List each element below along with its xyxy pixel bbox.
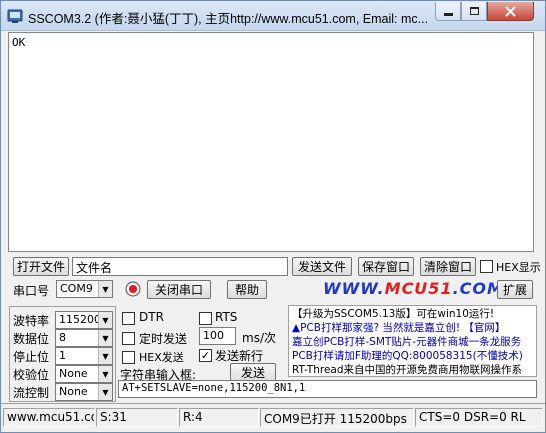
hex-send-checkbox[interactable] (122, 351, 135, 364)
status-bar: www.mcu51.cor S:31 R:4 COM9已打开 115200bps… (1, 403, 545, 432)
maximize-icon (469, 7, 479, 15)
parity-value: None (59, 367, 88, 380)
status-lines: CTS=0 DSR=0 RL (415, 408, 543, 427)
status-sent-count: S:31 (96, 408, 178, 427)
ad-panel[interactable]: 【升级为SSCOM5.13版】可在win10运行! ▲PCB打样那家强? 当然就… (288, 305, 537, 377)
close-port-button[interactable]: 关闭串口 (147, 280, 211, 299)
timed-send-checkbox[interactable] (122, 332, 135, 345)
chevron-down-icon: ▼ (98, 281, 112, 297)
maximize-button[interactable] (461, 2, 487, 21)
help-button[interactable]: 帮助 (227, 280, 267, 299)
stopbits-select[interactable]: 1 ▼ (55, 347, 113, 365)
rts-label: RTS (215, 310, 238, 324)
logo-www: WWW. (323, 279, 385, 298)
timed-send-label: 定时发送 (139, 332, 188, 346)
receive-textarea[interactable]: OK (8, 32, 534, 252)
ad-line-3[interactable]: 嘉立创PCB打样-SMT贴片-元器件商城一条龙服务 (292, 335, 533, 349)
databits-select[interactable]: 8 ▼ (55, 329, 113, 347)
expand-button[interactable]: 扩展 (497, 280, 533, 299)
save-window-button[interactable]: 保存窗口 (358, 257, 414, 276)
window-title: SSCOM3.2 (作者:聂小猛(丁丁), 主页http://www.mcu51… (28, 12, 429, 26)
parity-label: 校验位 (13, 368, 50, 382)
title-bar[interactable]: SSCOM3.2 (作者:聂小猛(丁丁), 主页http://www.mcu51… (1, 1, 545, 31)
port-label: 串口号 (13, 284, 50, 298)
hex-display-label: HEX显示 (496, 261, 541, 274)
databits-label: 数据位 (13, 332, 50, 346)
clear-window-button[interactable]: 清除窗口 (420, 257, 476, 276)
flow-label: 流控制 (13, 386, 50, 400)
open-file-button[interactable]: 打开文件 (13, 257, 69, 276)
flow-select[interactable]: None ▼ (55, 383, 113, 401)
flow-value: None (59, 385, 88, 398)
send-file-button[interactable]: 发送文件 (292, 257, 352, 276)
send-newline-checkbox[interactable]: ✓ (199, 349, 212, 362)
databits-value: 8 (59, 331, 66, 344)
minimize-button[interactable] (435, 2, 461, 21)
hex-display-checkbox[interactable] (480, 260, 493, 273)
status-website[interactable]: www.mcu51.cor (3, 408, 95, 427)
chevron-down-icon: ▼ (98, 366, 112, 382)
baud-label: 波特率 (13, 314, 50, 328)
port-select[interactable]: COM9 ▼ (56, 280, 113, 298)
interval-input[interactable]: 100 (199, 327, 236, 345)
app-window: SSCOM3.2 (作者:聂小猛(丁丁), 主页http://www.mcu51… (0, 0, 546, 433)
receive-scrollbar[interactable] (534, 32, 545, 252)
baud-value: 115200 (59, 313, 101, 326)
chevron-down-icon: ▼ (98, 330, 112, 346)
hex-send-label: HEX发送 (139, 351, 184, 364)
port-value: COM9 (60, 282, 93, 295)
parity-select[interactable]: None ▼ (55, 365, 113, 383)
chevron-down-icon: ▼ (98, 312, 112, 328)
close-button[interactable] (487, 2, 534, 21)
logo-mcu51: MCU51 (384, 279, 453, 298)
dtr-label: DTR (139, 310, 164, 324)
stopbits-value: 1 (59, 349, 66, 362)
minimize-icon (443, 13, 453, 16)
filename-input[interactable]: 文件名 (72, 257, 288, 276)
send-text-input[interactable]: AT+SETSLAVE=none,115200_8N1,1 (118, 380, 537, 398)
ad-line-5[interactable]: RT-Thread来自中国的开源免费商用物联网操作系 (292, 363, 533, 376)
website-logo[interactable]: WWW.MCU51.COM (323, 279, 504, 298)
dtr-checkbox[interactable] (122, 312, 135, 325)
baud-select[interactable]: 115200 ▼ (55, 311, 113, 329)
ad-line-2[interactable]: ▲PCB打样那家强? 当然就是嘉立创! 【官网】 (292, 321, 533, 335)
interval-unit: ms/次 (242, 331, 276, 345)
ad-line-4[interactable]: PCB打样请加F助理的QQ:800058315(不懂技术) (292, 349, 533, 363)
stopbits-label: 停止位 (13, 350, 50, 364)
send-newline-label: 发送新行 (215, 349, 264, 363)
ad-line-1[interactable]: 【升级为SSCOM5.13版】可在win10运行! (292, 307, 533, 321)
status-port-state: COM9已打开 115200bps (260, 408, 414, 427)
close-icon (505, 5, 516, 17)
port-status-icon (125, 281, 141, 300)
chevron-down-icon: ▼ (98, 384, 112, 400)
app-icon (7, 8, 23, 24)
chevron-down-icon: ▼ (98, 348, 112, 364)
status-received-count: R:4 (179, 408, 259, 427)
rts-checkbox[interactable] (199, 312, 212, 325)
